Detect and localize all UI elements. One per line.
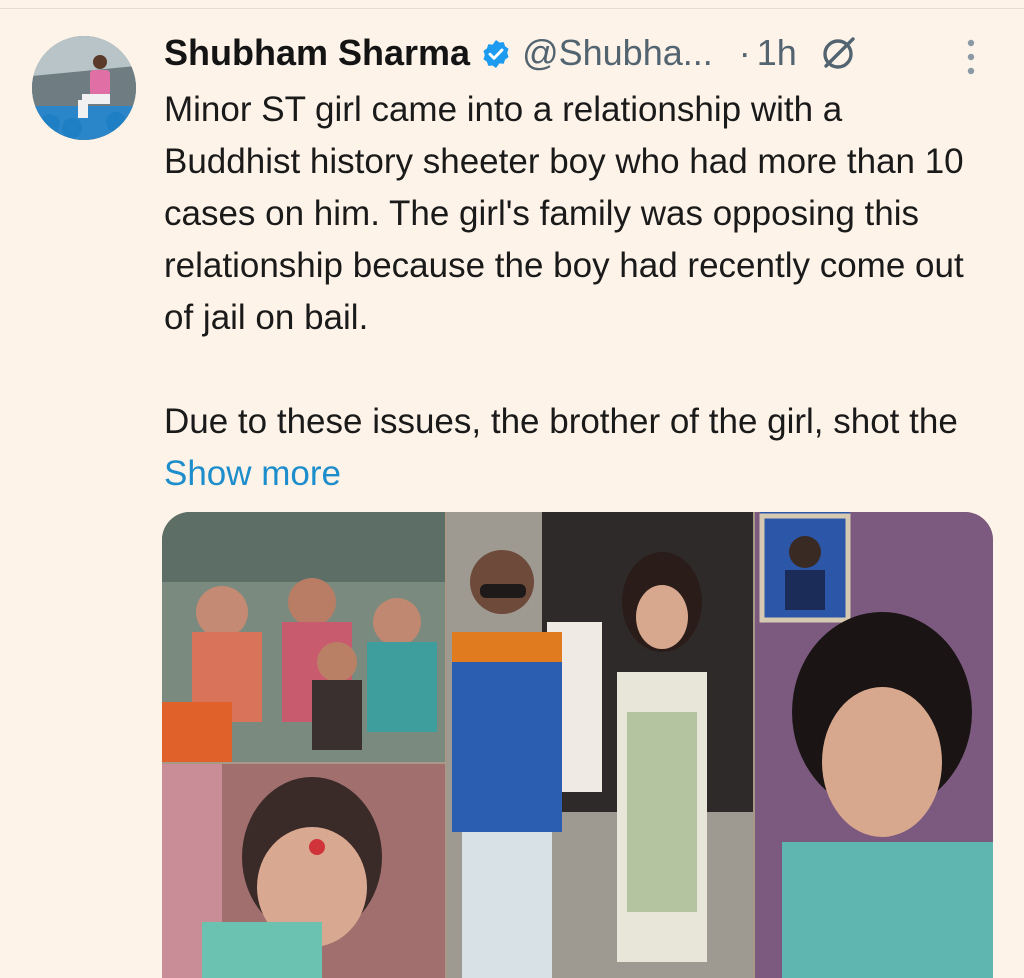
more-vertical-icon[interactable] [960, 36, 982, 78]
tweet-body: Minor ST girl came into a relationship w… [164, 84, 964, 500]
tweet-paragraph-2: Due to these issues, the brother of the … [164, 396, 964, 500]
show-more-link[interactable]: Show more [164, 454, 341, 493]
tweet-paragraph-1: Minor ST girl came into a relationship w… [164, 90, 964, 337]
timestamp[interactable]: 1h [757, 32, 797, 74]
tweet-paragraph-2-text: Due to these issues, the brother of the … [164, 402, 958, 441]
grok-icon[interactable] [819, 33, 859, 73]
tweet-media-image[interactable] [162, 512, 993, 978]
tweet-header: Shubham Sharma @Shubha... · 1h [164, 28, 859, 78]
verified-badge-icon [480, 37, 512, 69]
tweet-card[interactable]: Shubham Sharma @Shubha... · 1h Minor ST … [0, 0, 1024, 978]
author-handle[interactable]: @Shubha... [522, 32, 713, 74]
separator-dot: · [738, 32, 751, 73]
avatar[interactable] [32, 36, 136, 140]
author-name[interactable]: Shubham Sharma [164, 32, 470, 74]
